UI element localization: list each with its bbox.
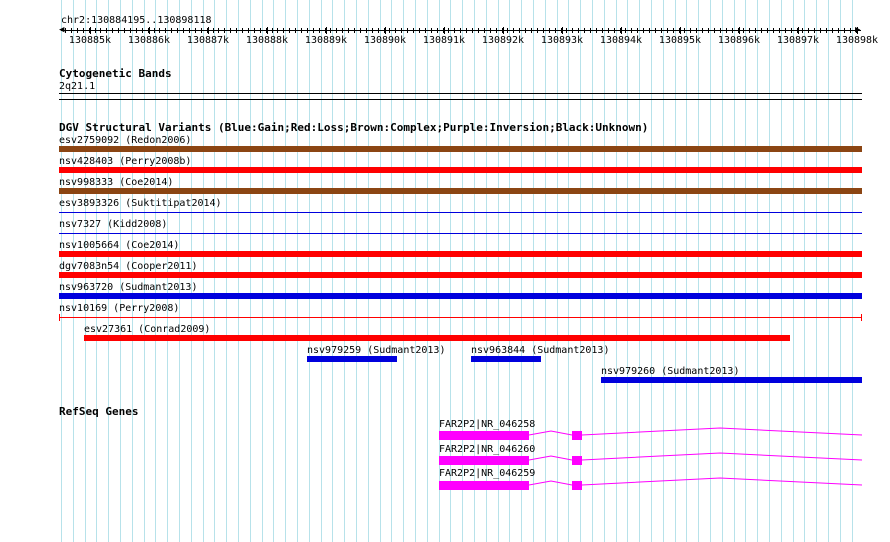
- intron-line: [528, 430, 573, 436]
- intron-line: [528, 455, 573, 461]
- intron-line: [581, 452, 863, 461]
- intron-line: [581, 427, 863, 436]
- intron-line: [528, 480, 573, 486]
- genome-browser-view: chr2:130884195..130898118 ◀ ▶ 130885k130…: [0, 0, 890, 542]
- gene-introns: [528, 427, 863, 486]
- intron-line: [581, 477, 863, 486]
